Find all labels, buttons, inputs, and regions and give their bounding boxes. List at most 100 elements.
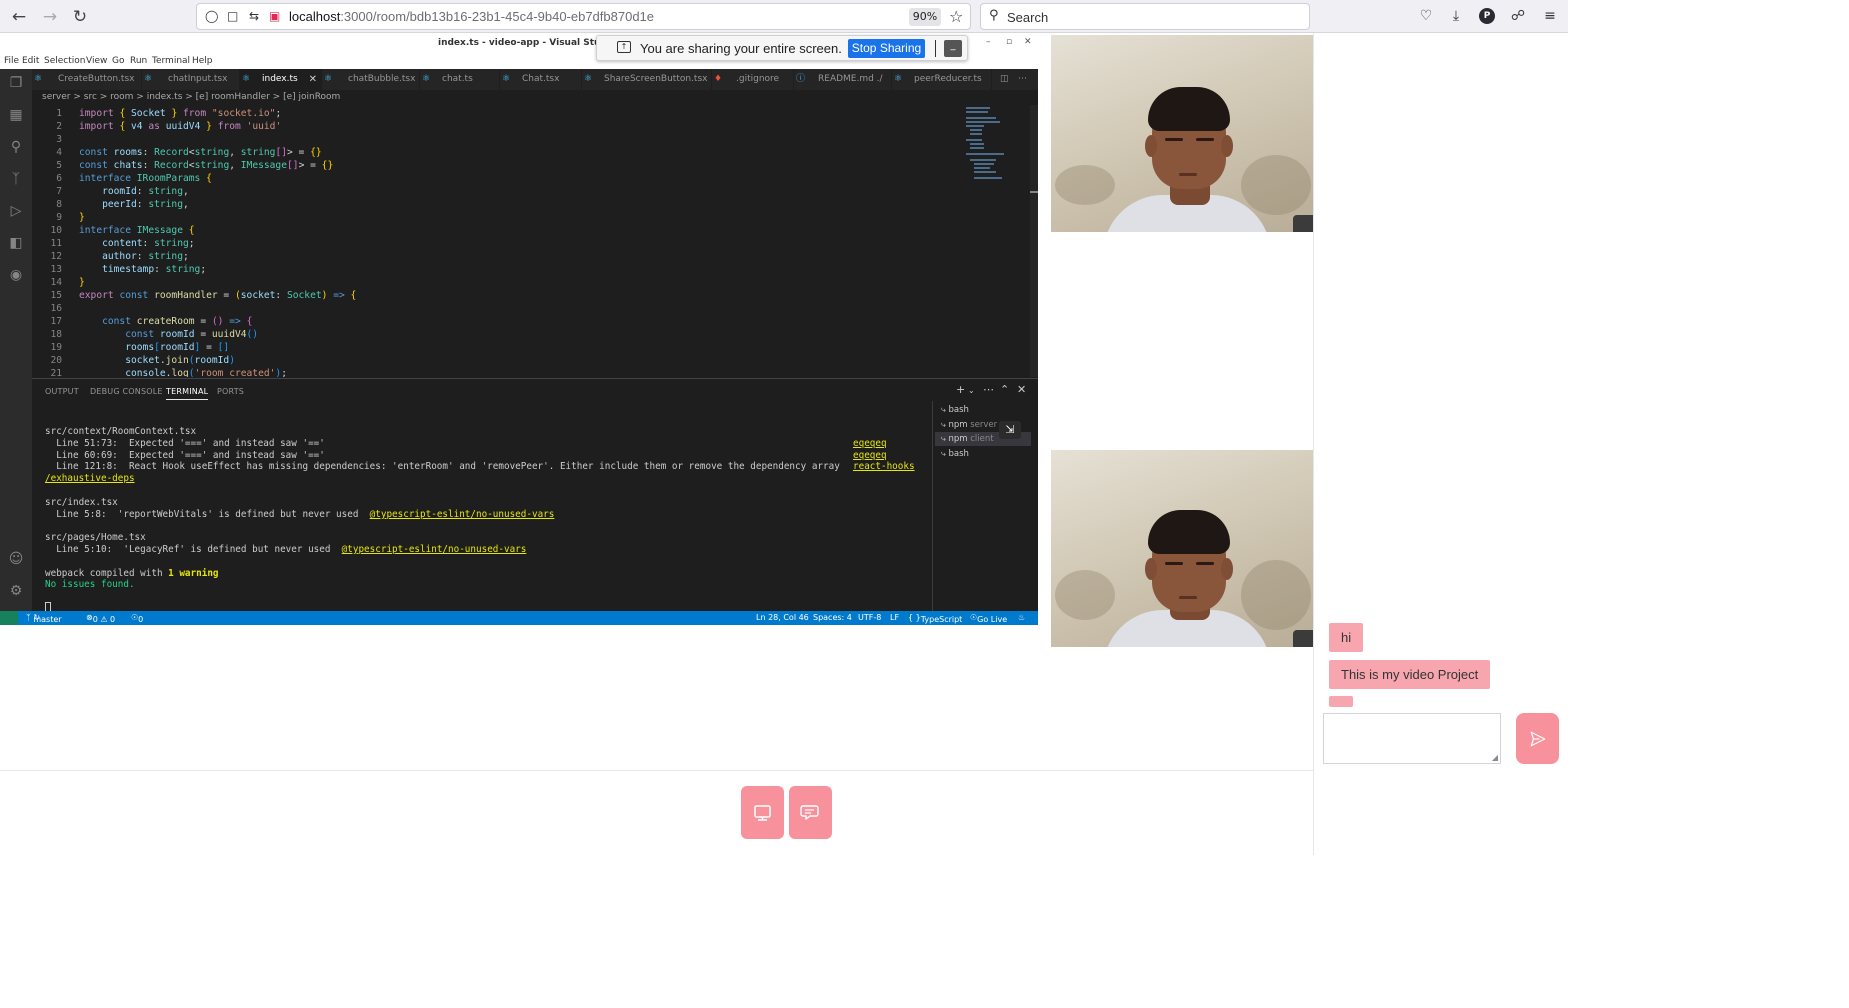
url-text[interactable]: localhost:3000/room/bdb13b16-23b1-45c4-9… xyxy=(289,9,654,24)
tab-chat-tsx[interactable]: ⚛ Chat.tsx xyxy=(500,69,582,90)
tab-gitignore[interactable]: ♦ .gitignore xyxy=(712,69,794,90)
code-line: 3 xyxy=(56,134,62,145)
code-editor[interactable]: 1 import { Socket } from "socket.io"; 2 im… xyxy=(32,105,1032,377)
screen-share-icon[interactable]: ▣ xyxy=(269,9,280,23)
tab-chatbubble[interactable]: ⚛ chatBubble.tsx xyxy=(322,69,420,90)
split-editor-icon[interactable]: ◫ xyxy=(994,69,1014,90)
minimize-icon[interactable]: – xyxy=(986,37,991,47)
terminal-open-icon[interactable]: ⇲ xyxy=(999,421,1021,439)
terminal-link[interactable]: @typescript-eslint/no-unused-vars xyxy=(342,544,527,555)
menu-selection[interactable]: Selection xyxy=(44,56,85,66)
editor-scrollbar[interactable] xyxy=(1030,105,1038,377)
status-branch[interactable]: ᛉ master ↻ xyxy=(26,613,62,624)
status-encoding[interactable]: UTF-8 xyxy=(858,613,881,622)
chat-message-input[interactable]: ◢ xyxy=(1323,713,1501,764)
code-line: 9} xyxy=(56,212,85,223)
pocket-icon[interactable]: ♡ xyxy=(1416,6,1436,26)
extensions-icon[interactable]: ☍ xyxy=(1508,6,1528,26)
search-bar[interactable]: ⚲ Search xyxy=(980,3,1310,30)
tab-createbutton[interactable]: ⚛ CreateButton.tsx xyxy=(32,69,142,90)
extensions-panel-icon[interactable]: ▦ xyxy=(6,105,26,125)
tab-ports[interactable]: PORTS xyxy=(217,387,244,396)
tab-output[interactable]: OUTPUT xyxy=(45,387,79,396)
terminal-list-item[interactable]: ⤷ bash xyxy=(941,403,969,417)
tab-index-ts[interactable]: ⚛ index.ts ✕ xyxy=(240,69,322,90)
terminal-line: src/context/RoomContext.tsx xyxy=(45,426,197,437)
explorer-icon[interactable]: ❐ xyxy=(6,73,26,93)
terminal-link[interactable]: eqeqeq xyxy=(853,438,887,450)
terminal-list-item[interactable]: ⤷ npm server xyxy=(941,418,997,432)
status-spaces[interactable]: Spaces: 4 xyxy=(813,613,852,622)
bottom-panel: OUTPUT DEBUG CONSOLE TERMINAL PORTS + ⌄ … xyxy=(32,378,1038,613)
status-language[interactable]: { } TypeScript xyxy=(908,613,962,624)
react-file-icon: ⚛ xyxy=(584,74,593,84)
stop-sharing-button[interactable]: Stop Sharing xyxy=(848,39,925,58)
chevron-down-icon[interactable]: ⌄ xyxy=(968,386,975,395)
bookmark-star-icon[interactable]: ☆ xyxy=(949,7,963,26)
reload-icon[interactable]: ↻ xyxy=(68,5,92,29)
send-button[interactable] xyxy=(1516,713,1559,764)
terminal-link[interactable]: react-hooks xyxy=(853,461,915,473)
terminal-list-item[interactable]: ⤷ bash xyxy=(941,447,969,461)
back-icon[interactable]: ← xyxy=(7,5,31,29)
notifications-bell-icon[interactable]: ♨ xyxy=(1018,613,1025,622)
terminal-line: Line 5:8: 'reportWebVitals' is defined b… xyxy=(45,509,555,520)
account-avatar[interactable]: P xyxy=(1479,8,1495,24)
maximize-panel-icon[interactable]: ⌃ xyxy=(1000,383,1009,396)
terminal-link[interactable]: @typescript-eslint/no-unused-vars xyxy=(370,509,555,520)
shield-icon[interactable]: ◯ xyxy=(205,9,218,23)
menu-file[interactable]: File xyxy=(4,56,19,66)
tab-readme[interactable]: ⓘ README.md ./ xyxy=(794,69,892,90)
menu-edit[interactable]: Edit xyxy=(22,56,39,66)
forward-icon[interactable]: → xyxy=(38,5,62,29)
tab-terminal[interactable]: TERMINAL xyxy=(166,387,209,400)
search-placeholder: Search xyxy=(1007,10,1049,25)
menu-view[interactable]: View xyxy=(86,56,107,66)
zoom-level[interactable]: 90% xyxy=(909,8,941,26)
status-position[interactable]: Ln 28, Col 46 xyxy=(756,613,809,622)
terminal-link[interactable]: /exhaustive-deps xyxy=(45,473,135,485)
peer-video xyxy=(1051,450,1313,647)
status-golive[interactable]: ☉ Go Live xyxy=(970,613,1007,624)
maximize-icon[interactable]: ▫ xyxy=(1006,37,1012,47)
accounts-icon[interactable]: ☺ xyxy=(6,549,26,569)
minimap[interactable] xyxy=(966,105,1022,185)
url-bar[interactable]: ◯ □ ⇆ ▣ localhost:3000/room/bdb13b16-23b… xyxy=(196,3,971,30)
remote-icon[interactable] xyxy=(0,611,18,625)
docker-icon[interactable]: ◉ xyxy=(6,265,26,285)
tab-chat-ts[interactable]: ⚛ chat.ts xyxy=(420,69,500,90)
source-control-icon[interactable]: ᛉ xyxy=(6,169,26,189)
page-icon[interactable]: □ xyxy=(227,9,238,23)
panel-more-icon[interactable]: ⋯ xyxy=(983,383,994,396)
close-tab-icon[interactable]: ✕ xyxy=(309,69,317,90)
close-panel-icon[interactable]: ✕ xyxy=(1017,383,1026,396)
toggle-chat-button[interactable] xyxy=(789,786,832,839)
more-actions-icon[interactable]: ⋯ xyxy=(1014,69,1034,90)
status-ports[interactable]: ☉ 0 xyxy=(131,613,143,624)
menu-icon[interactable]: ≡ xyxy=(1540,6,1560,26)
hide-banner-button[interactable]: _ xyxy=(944,40,962,57)
tab-debug-console[interactable]: DEBUG CONSOLE xyxy=(90,387,163,396)
downloads-icon[interactable]: ⤓ xyxy=(1446,6,1466,26)
status-problems[interactable]: ⊗ 0 ⚠ 0 xyxy=(86,613,115,624)
new-terminal-icon[interactable]: + xyxy=(956,383,965,396)
menu-help[interactable]: Help xyxy=(192,56,213,66)
menu-terminal[interactable]: Terminal xyxy=(152,56,190,66)
settings-gear-icon[interactable]: ⚙ xyxy=(6,581,26,601)
tab-peerreducer[interactable]: ⚛ peerReducer.ts xyxy=(892,69,992,90)
remote-explorer-icon[interactable]: ◧ xyxy=(6,233,26,253)
monitor-icon xyxy=(754,805,771,821)
share-screen-button[interactable] xyxy=(741,786,784,839)
permissions-icon[interactable]: ⇆ xyxy=(249,9,259,23)
status-eol[interactable]: LF xyxy=(890,613,899,622)
tab-sharescreenbutton[interactable]: ⚛ ShareScreenButton.tsx xyxy=(582,69,712,90)
menu-run[interactable]: Run xyxy=(130,56,147,66)
resize-grip-icon[interactable]: ◢ xyxy=(1492,753,1498,762)
run-debug-icon[interactable]: ▷ xyxy=(6,201,26,221)
menu-go[interactable]: Go xyxy=(112,56,124,66)
editor-scroll-thumb[interactable] xyxy=(1030,191,1038,193)
tab-chatinput[interactable]: ⚛ chatInput.tsx xyxy=(142,69,240,90)
search-panel-icon[interactable]: ⚲ xyxy=(6,137,26,157)
close-icon[interactable]: ✕ xyxy=(1024,37,1032,47)
breadcrumb[interactable]: server > src > room > index.ts > [e] roo… xyxy=(42,92,340,102)
